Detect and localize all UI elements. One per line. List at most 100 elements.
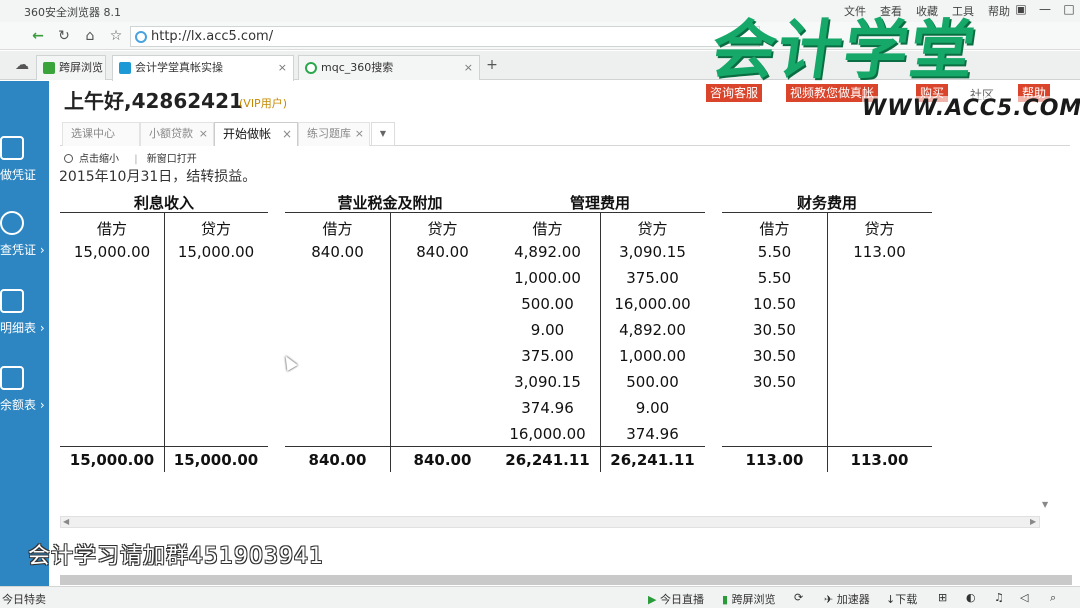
qq-group-banner: 会计学习请加群451903941 [28, 544, 324, 569]
url-text: http://lx.acc5.com/ [151, 29, 274, 44]
tab-question-bank[interactable]: 练习题库 × [298, 122, 370, 146]
debit-entry: 15,000.00 [73, 243, 151, 261]
zoom-out-button[interactable]: 点击缩小 [64, 154, 125, 165]
debit-entry: 30.50 [753, 373, 796, 391]
tab-cross-screen[interactable]: 跨屏浏览 [36, 55, 106, 80]
debit-total: 113.00 [745, 451, 804, 469]
download-label: 下载 [895, 593, 918, 606]
document-title: 2015年10月31日，结转损益。 [59, 169, 257, 185]
zoom-icon[interactable]: ⌕ [1050, 591, 1056, 605]
debit-entry: 374.96 [521, 399, 574, 417]
credit-total: 15,000.00 [173, 451, 259, 469]
search-engine-icon [305, 62, 317, 74]
mouse-cursor-icon [280, 352, 298, 372]
layout-icon[interactable]: ⊞ [938, 591, 947, 604]
close-icon[interactable]: × [464, 56, 473, 79]
browser-icon[interactable]: ◐ [966, 591, 976, 604]
url-input[interactable]: http://lx.acc5.com/ [130, 26, 760, 47]
credit-entry: 15,000.00 [177, 243, 255, 261]
debit-entry: 30.50 [753, 347, 796, 365]
credit-total: 26,241.11 [610, 451, 695, 469]
back-icon[interactable]: ← [28, 26, 48, 46]
credit-entry: 4,892.00 [619, 321, 686, 339]
greeting: 上午好,42862421 [64, 89, 243, 113]
tab-microloan[interactable]: 小额贷款 × [140, 122, 214, 146]
globe-icon [135, 31, 147, 43]
scroll-left-icon[interactable]: ◀ [63, 517, 69, 526]
tab-start-accounting[interactable]: 开始做帐 × [214, 122, 298, 146]
t-account-sum-line [285, 446, 495, 447]
tab-label: 开始做帐 [223, 127, 272, 141]
debit-entry: 4,892.00 [514, 243, 581, 261]
zoom-out-label: 点击缩小 [79, 154, 119, 165]
debit-entry: 10.50 [753, 295, 796, 313]
tab-label: 跨屏浏览 [59, 61, 103, 74]
scroll-right-icon[interactable]: ▶ [1030, 517, 1036, 526]
sidebar-item-label: 查凭证 › [0, 243, 45, 257]
debit-entry: 30.50 [753, 321, 796, 339]
credit-entry: 375.00 [626, 269, 679, 287]
debit-header: 借方 [532, 220, 563, 238]
cross-screen-link[interactable]: ▮ 跨屏浏览 [722, 591, 776, 607]
tab-label: 选课中心 [71, 127, 115, 140]
new-window-button[interactable]: 新窗口打开 [147, 154, 197, 165]
tab-label: 会计学堂真帐实操 [135, 61, 223, 74]
account-title: 营业税金及附加 [337, 194, 443, 212]
new-tab-icon[interactable]: + [482, 55, 502, 75]
tab-label: 练习题库 [307, 127, 351, 140]
credit-header: 贷方 [427, 220, 458, 238]
sidebar-item-label: 余额表 › [0, 398, 45, 412]
credit-entry: 1,000.00 [619, 347, 686, 365]
outer-horizontal-scrollbar[interactable] [60, 575, 1072, 585]
credit-header: 贷方 [200, 220, 231, 238]
sound-icon[interactable]: ◁ [1020, 591, 1028, 604]
close-icon[interactable]: × [199, 123, 208, 145]
star-icon[interactable]: ☆ [106, 26, 126, 46]
home-icon[interactable]: ⌂ [80, 26, 100, 46]
cleanup-icon[interactable]: ⟳ [794, 591, 803, 604]
sidebar-item-check-voucher[interactable]: 查凭证 › [0, 211, 49, 258]
close-icon[interactable]: × [282, 123, 292, 145]
sidebar-item-make-voucher[interactable]: 做凭证 [0, 136, 49, 183]
refresh-icon[interactable]: ↻ [54, 26, 74, 46]
brand-url: WWW.ACC5.COM [862, 96, 1080, 121]
download-link[interactable]: ↓下载 [886, 591, 917, 607]
list-icon [0, 289, 24, 313]
debit-entry: 500.00 [521, 295, 574, 313]
sidebar-item-balance[interactable]: 余额表 › [0, 366, 49, 413]
maximize-icon[interactable]: □ [1060, 2, 1078, 18]
close-icon[interactable]: × [278, 56, 287, 79]
skin-icon[interactable]: ▣ [1012, 2, 1030, 18]
live-link[interactable]: ▶ 今日直播 [648, 591, 704, 607]
tab-acc5[interactable]: 会计学堂真帐实操 × [112, 55, 294, 81]
chevron-down-icon[interactable]: ▼ [371, 122, 395, 146]
menu-help[interactable]: 帮助 [988, 3, 1010, 19]
cloud-icon[interactable]: ☁ [12, 55, 32, 75]
credit-entry: 113.00 [853, 243, 906, 261]
audio-icon[interactable]: ♫ [994, 591, 1004, 604]
account-title: 财务费用 [796, 194, 857, 212]
play-icon: ▶ [648, 593, 657, 606]
scroll-down-icon[interactable]: ▼ [1042, 500, 1048, 509]
accel-label: 加速器 [836, 593, 870, 606]
account-title: 利息收入 [133, 194, 194, 212]
sidebar-item-label: 明细表 › [0, 321, 45, 335]
minimize-icon[interactable]: — [1036, 2, 1054, 18]
daily-deals-link[interactable]: 今日特卖 [2, 591, 46, 607]
inner-horizontal-scrollbar[interactable] [60, 516, 1040, 528]
sidebar-item-detail[interactable]: 明细表 › [0, 289, 49, 336]
tab-course-center[interactable]: 选课中心 [62, 122, 140, 146]
accelerator-link[interactable]: ✈ 加速器 [824, 591, 870, 607]
cross-label: 跨屏浏览 [731, 593, 776, 606]
inner-tab-bar: 选课中心 小额贷款 × 开始做帐 × 练习题库 × ▼ [60, 120, 1070, 146]
tab-search[interactable]: mqc_360搜索 × [298, 55, 480, 80]
debit-entry: 3,090.15 [514, 373, 581, 391]
debit-entry: 5.50 [757, 269, 792, 287]
tab-label: mqc_360搜索 [321, 61, 394, 74]
close-icon[interactable]: × [355, 123, 364, 145]
credit-header: 贷方 [637, 220, 668, 238]
search-icon [0, 211, 24, 235]
debit-entry: 1,000.00 [514, 269, 581, 287]
t-account-sum-line [60, 446, 268, 447]
status-bar: 今日特卖 ▶ 今日直播 ▮ 跨屏浏览 ⟳ ✈ 加速器 ↓下载 ⊞ ◐ ♫ ◁ ⌕ [0, 586, 1080, 608]
